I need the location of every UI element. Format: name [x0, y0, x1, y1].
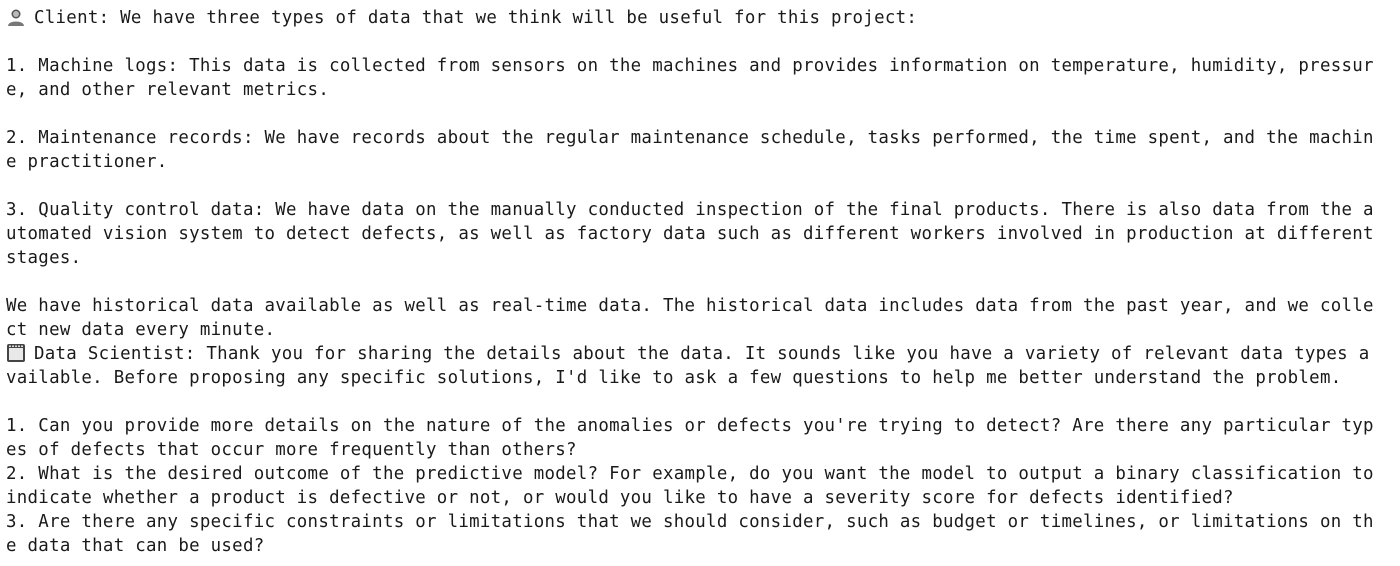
client-message-line: 3. Quality control data: We have data on… — [6, 200, 1374, 220]
data-scientist-message-line: 2. What is the desired outcome of the pr… — [6, 464, 1374, 484]
data-scientist-message-line-1: Data Scientist: Thank you for sharing th… — [6, 342, 1400, 366]
data-scientist-message-line: e data that can be used? — [6, 536, 265, 556]
person-icon — [6, 7, 28, 27]
computer-icon — [6, 343, 28, 363]
client-message-line: We have historical data available as wel… — [6, 296, 1374, 316]
data-scientist-message-line: 1. Can you provide more details on the n… — [6, 416, 1374, 436]
chat-transcript: Client: We have three types of data that… — [0, 0, 1400, 566]
client-message-line: 1. Machine logs: This data is collected … — [6, 56, 1374, 76]
data-scientist-message-line: indicate whether a product is defective … — [6, 488, 1234, 508]
data-scientist-message-line: vailable. Before proposing any specific … — [6, 368, 1342, 388]
client-message-line: ct new data every minute. — [6, 320, 276, 340]
data-scientist-message-line: 3. Are there any specific constraints or… — [6, 512, 1374, 532]
data-scientist-message-line: es of defects that occur more frequently… — [6, 440, 577, 460]
client-message-line: 2. Maintenance records: We have records … — [6, 128, 1374, 148]
client-message-line: e practitioner. — [6, 152, 168, 172]
client-message-line: stages. — [6, 248, 82, 268]
client-message-line: e, and other relevant metrics. — [6, 80, 330, 100]
client-message-line: utomated vision system to detect defects… — [6, 224, 1374, 244]
client-message-line-1: Client: We have three types of data that… — [6, 6, 1400, 30]
